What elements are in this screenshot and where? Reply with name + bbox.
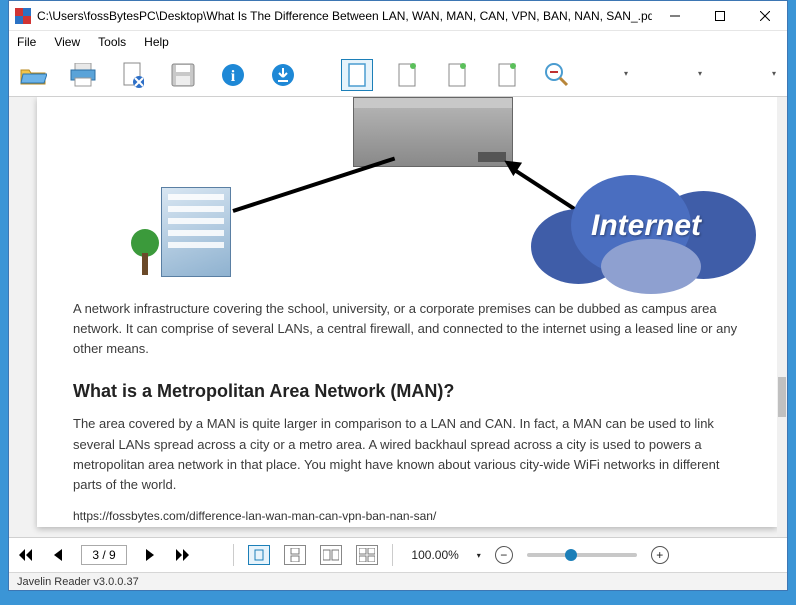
single-page-view-icon — [254, 549, 264, 561]
facing-continuous-view-icon — [359, 548, 375, 562]
minimize-icon — [670, 11, 680, 21]
zoom-in-button[interactable]: + — [651, 546, 669, 564]
next-page-icon — [145, 549, 155, 561]
info-button[interactable]: i — [217, 59, 249, 91]
fit-page-button[interactable] — [341, 59, 373, 91]
pdf-page: Internet A network infrastructure coveri… — [37, 97, 777, 527]
app-icon — [15, 8, 31, 24]
menu-file[interactable]: File — [17, 35, 36, 49]
open-icon — [19, 64, 47, 86]
window-title: C:\Users\fossBytesPC\Desktop\What Is The… — [37, 9, 652, 23]
network-diagram: Internet — [73, 97, 741, 287]
zoom-value: 100.00% — [411, 548, 458, 562]
download-icon — [271, 63, 295, 87]
maximize-icon — [715, 11, 725, 21]
toolbar: i ▾ ▾ ▾ — [9, 53, 787, 97]
zoom-icon — [544, 62, 570, 88]
save-button[interactable] — [167, 59, 199, 91]
menu-view[interactable]: View — [54, 35, 80, 49]
zoom-button[interactable] — [541, 59, 573, 91]
prev-page-button[interactable] — [49, 546, 67, 564]
svg-text:i: i — [231, 68, 236, 85]
next-page-button[interactable] — [141, 546, 159, 564]
connection-line-building — [232, 157, 395, 213]
menu-help[interactable]: Help — [144, 35, 169, 49]
cloud-label: Internet — [531, 209, 761, 243]
save-icon — [171, 63, 195, 87]
paragraph-2: The area covered by a MAN is quite large… — [73, 414, 741, 495]
menubar: File View Tools Help — [9, 31, 787, 53]
toolbar-dropdown-2[interactable]: ▾ — [695, 69, 705, 80]
paragraph-1: A network infrastructure covering the sc… — [73, 299, 741, 359]
page-mode-2-icon — [446, 62, 468, 88]
last-page-button[interactable] — [173, 546, 191, 564]
close-button[interactable] — [742, 1, 787, 30]
remove-page-icon — [122, 62, 144, 88]
server-graphic — [353, 97, 513, 167]
info-icon: i — [221, 63, 245, 87]
close-icon — [760, 11, 770, 21]
facing-view-icon — [323, 549, 339, 561]
first-page-icon — [19, 549, 33, 561]
single-page-view-button[interactable] — [248, 545, 270, 565]
minimize-button[interactable] — [652, 1, 697, 30]
navigation-bar: 100.00% ▾ − + — [9, 538, 787, 572]
page-mode-2-button[interactable] — [441, 59, 473, 91]
content-area: Internet A network infrastructure coveri… — [9, 97, 787, 538]
toolbar-dropdown-1[interactable]: ▾ — [621, 69, 631, 80]
continuous-view-icon — [290, 548, 300, 562]
status-text: Javelin Reader v3.0.0.37 — [17, 576, 139, 588]
fit-page-icon — [346, 62, 368, 88]
last-page-icon — [175, 549, 189, 561]
nav-separator-2 — [392, 544, 393, 566]
open-button[interactable] — [17, 59, 49, 91]
page-number-input[interactable] — [81, 545, 127, 565]
page-mode-1-button[interactable] — [391, 59, 423, 91]
source-url: https://fossbytes.com/difference-lan-wan… — [73, 509, 741, 523]
print-button[interactable] — [67, 59, 99, 91]
page-mode-1-icon — [396, 62, 418, 88]
plus-icon: + — [656, 549, 663, 561]
minus-icon: − — [500, 549, 507, 561]
continuous-view-button[interactable] — [284, 545, 306, 565]
facing-continuous-view-button[interactable] — [356, 545, 378, 565]
facing-view-button[interactable] — [320, 545, 342, 565]
tree-graphic — [131, 229, 159, 257]
print-icon — [70, 63, 96, 87]
page-mode-3-button[interactable] — [491, 59, 523, 91]
zoom-out-button[interactable]: − — [495, 546, 513, 564]
remove-page-button[interactable] — [117, 59, 149, 91]
zoom-dropdown[interactable]: ▾ — [477, 551, 481, 560]
first-page-button[interactable] — [17, 546, 35, 564]
toolbar-dropdown-3[interactable]: ▾ — [769, 69, 779, 80]
titlebar: C:\Users\fossBytesPC\Desktop\What Is The… — [9, 1, 787, 31]
scrollbar-thumb[interactable] — [778, 377, 786, 417]
maximize-button[interactable] — [697, 1, 742, 30]
prev-page-icon — [53, 549, 63, 561]
cloud-graphic: Internet — [531, 169, 761, 284]
app-window: C:\Users\fossBytesPC\Desktop\What Is The… — [8, 0, 788, 591]
menu-tools[interactable]: Tools — [98, 35, 126, 49]
heading-man: What is a Metropolitan Area Network (MAN… — [73, 381, 741, 402]
zoom-slider[interactable] — [527, 553, 637, 557]
nav-separator — [233, 544, 234, 566]
download-button[interactable] — [267, 59, 299, 91]
vertical-scrollbar[interactable] — [777, 97, 787, 537]
status-bar: Javelin Reader v3.0.0.37 — [9, 572, 787, 590]
building-graphic — [161, 187, 231, 277]
page-mode-3-icon — [496, 62, 518, 88]
